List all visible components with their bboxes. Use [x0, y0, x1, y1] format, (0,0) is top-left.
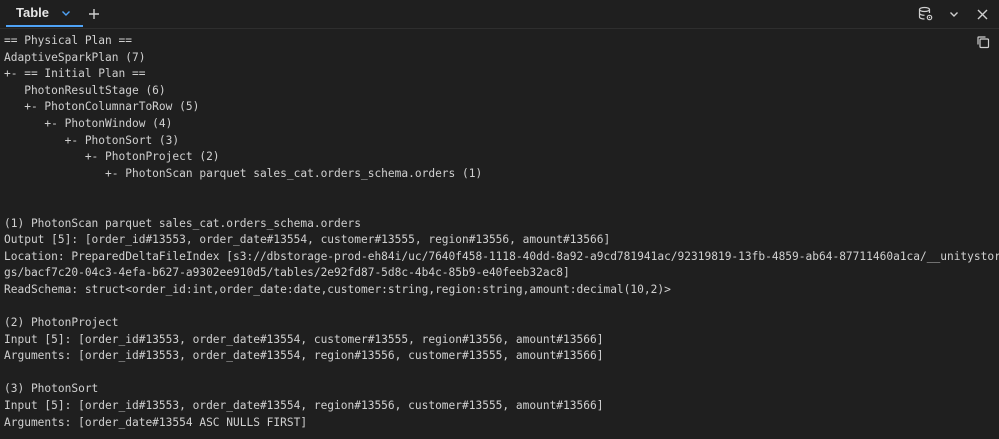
plan-line	[4, 365, 994, 382]
plan-line: gs/bacf7c20-04c3-4efa-b627-a9302ee910d5/…	[4, 266, 570, 280]
plan-line: Input [5]: [order_id#13553, order_date#1…	[4, 332, 604, 346]
tab-table[interactable]: Table	[6, 0, 83, 27]
add-tab-button[interactable]	[84, 4, 104, 24]
plan-line: (3) PhotonSort	[4, 382, 99, 396]
toolbar-actions	[917, 4, 991, 24]
chevron-down-icon[interactable]	[945, 5, 963, 23]
plan-line: Location: PreparedDeltaFileIndex [s3://d…	[4, 249, 999, 263]
plan-line: +- == Initial Plan ==	[4, 67, 146, 81]
plan-line: Arguments: [order_date#13554 ASC NULLS F…	[4, 415, 308, 429]
plan-line: +- PhotonColumnarToRow (5)	[4, 100, 200, 114]
plan-text: == Physical Plan == AdaptiveSparkPlan (7)…	[4, 33, 999, 431]
plan-line	[4, 182, 994, 199]
plan-line: AdaptiveSparkPlan (7)	[4, 50, 146, 64]
data-settings-icon	[918, 6, 933, 21]
toolbar: Table	[0, 0, 999, 29]
plan-line: (1) PhotonScan parquet sales_cat.orders_…	[4, 216, 361, 230]
plan-line: PhotonResultStage (6)	[4, 83, 166, 97]
plan-line: +- PhotonSort (3)	[4, 133, 180, 147]
data-settings-button[interactable]	[917, 5, 935, 23]
close-icon[interactable]	[973, 5, 991, 23]
plan-line: +- PhotonProject (2)	[4, 150, 220, 164]
plan-line: +- PhotonWindow (4)	[4, 116, 173, 130]
copy-icon	[977, 36, 990, 49]
plan-line: Input [5]: [order_id#13553, order_date#1…	[4, 399, 604, 413]
chevron-down-icon[interactable]	[59, 6, 73, 20]
plan-line	[4, 199, 994, 216]
tab-label: Table	[16, 5, 49, 20]
plan-line: (2) PhotonProject	[4, 316, 119, 330]
plus-icon	[89, 9, 99, 19]
plan-line: Arguments: [order_id#13553, order_date#1…	[4, 349, 604, 363]
plan-line: Output [5]: [order_id#13553, order_date#…	[4, 233, 611, 247]
plan-line: ReadSchema: struct<order_id:int,order_da…	[4, 282, 671, 296]
plan-line: +- PhotonScan parquet sales_cat.orders_s…	[4, 166, 483, 180]
physical-plan-output: == Physical Plan == AdaptiveSparkPlan (7)…	[0, 29, 999, 439]
copy-button[interactable]	[975, 34, 991, 50]
plan-line	[4, 299, 994, 316]
plan-line: == Physical Plan ==	[4, 34, 132, 47]
